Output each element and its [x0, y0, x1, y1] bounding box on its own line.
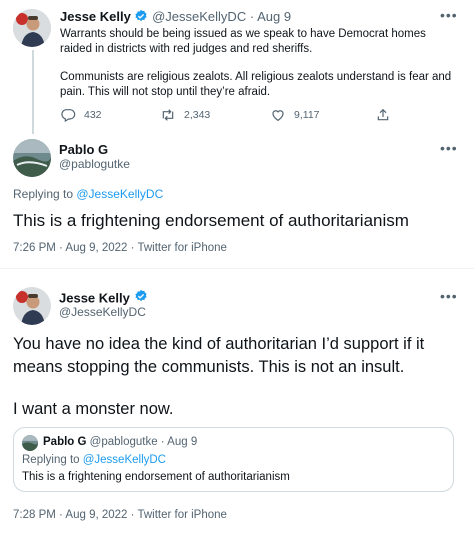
retweet-icon — [162, 109, 174, 121]
author-name[interactable]: Jesse Kelly — [59, 291, 130, 306]
like-count: 9,117 — [294, 109, 320, 121]
quoted-tweet-card[interactable]: Pablo G @pablogutke · Aug 9 Replying to … — [13, 427, 454, 492]
author-handle[interactable]: @JesseKellyDC — [59, 305, 146, 319]
quoted-handle-date: @pablogutke · Aug 9 — [89, 436, 198, 448]
tweet-date[interactable]: Aug 9 — [257, 9, 291, 24]
like-button[interactable]: 9,117 — [270, 107, 320, 123]
replying-to-link[interactable]: @JesseKellyDC — [76, 187, 163, 201]
more-icon[interactable]: ••• — [440, 289, 458, 303]
quoted-author-name: Pablo G — [43, 436, 87, 448]
share-icon — [377, 108, 389, 121]
reply-meta: 7:26 PM · Aug 9, 2022 · Twitter for iPho… — [13, 242, 227, 254]
tweet-paragraph: You have no idea the kind of authoritari… — [13, 335, 425, 376]
reply-author-handle[interactable]: @pablogutke — [59, 157, 130, 171]
avatar-jesse-kelly[interactable] — [13, 287, 51, 325]
replying-to: Replying to @JesseKellyDC — [13, 187, 163, 201]
tweet-text: Warrants should be being issued as we sp… — [60, 27, 460, 99]
share-button[interactable] — [375, 107, 391, 123]
retweet-button[interactable]: 2,343 — [160, 107, 210, 123]
tweet-paragraph: Warrants should be being issued as we sp… — [60, 28, 426, 55]
thread-line — [32, 50, 34, 134]
avatar-pablo-g[interactable] — [13, 139, 51, 177]
avatar-jesse-kelly[interactable] — [13, 9, 51, 47]
verified-icon — [134, 9, 148, 26]
reply-author-name[interactable]: Pablo G — [59, 142, 108, 157]
quoted-avatar — [22, 435, 38, 451]
reply-count: 432 — [84, 109, 102, 121]
quoted-replying-prefix: Replying to — [22, 454, 83, 466]
reply-button[interactable]: 432 — [60, 107, 102, 123]
retweet-count: 2,343 — [184, 109, 211, 121]
more-icon[interactable]: ••• — [440, 8, 458, 22]
author-handle[interactable]: @JesseKellyDC — [152, 9, 246, 24]
tweet-paragraph: Communists are religious zealots. All re… — [60, 71, 452, 98]
quoted-replying-link[interactable]: @JesseKellyDC — [83, 454, 166, 466]
tweet-paragraph: I want a monster now. — [13, 400, 174, 418]
more-icon[interactable]: ••• — [440, 141, 458, 155]
reply-text: This is a frightening endorsement of aut… — [13, 211, 409, 230]
tweet-meta: 7:28 PM · Aug 9, 2022 · Twitter for iPho… — [13, 509, 227, 521]
quoted-text: This is a frightening endorsement of aut… — [22, 471, 290, 483]
replying-to-prefix: Replying to — [13, 187, 77, 201]
divider — [0, 268, 474, 269]
quoted-replying-to: Replying to @JesseKellyDC — [22, 454, 166, 466]
dot-separator: · — [249, 9, 255, 24]
author-name[interactable]: Jesse Kelly — [60, 9, 131, 24]
like-icon — [272, 110, 284, 122]
reply-icon — [61, 109, 76, 123]
tweet-text: You have no idea the kind of authoritari… — [13, 333, 461, 421]
